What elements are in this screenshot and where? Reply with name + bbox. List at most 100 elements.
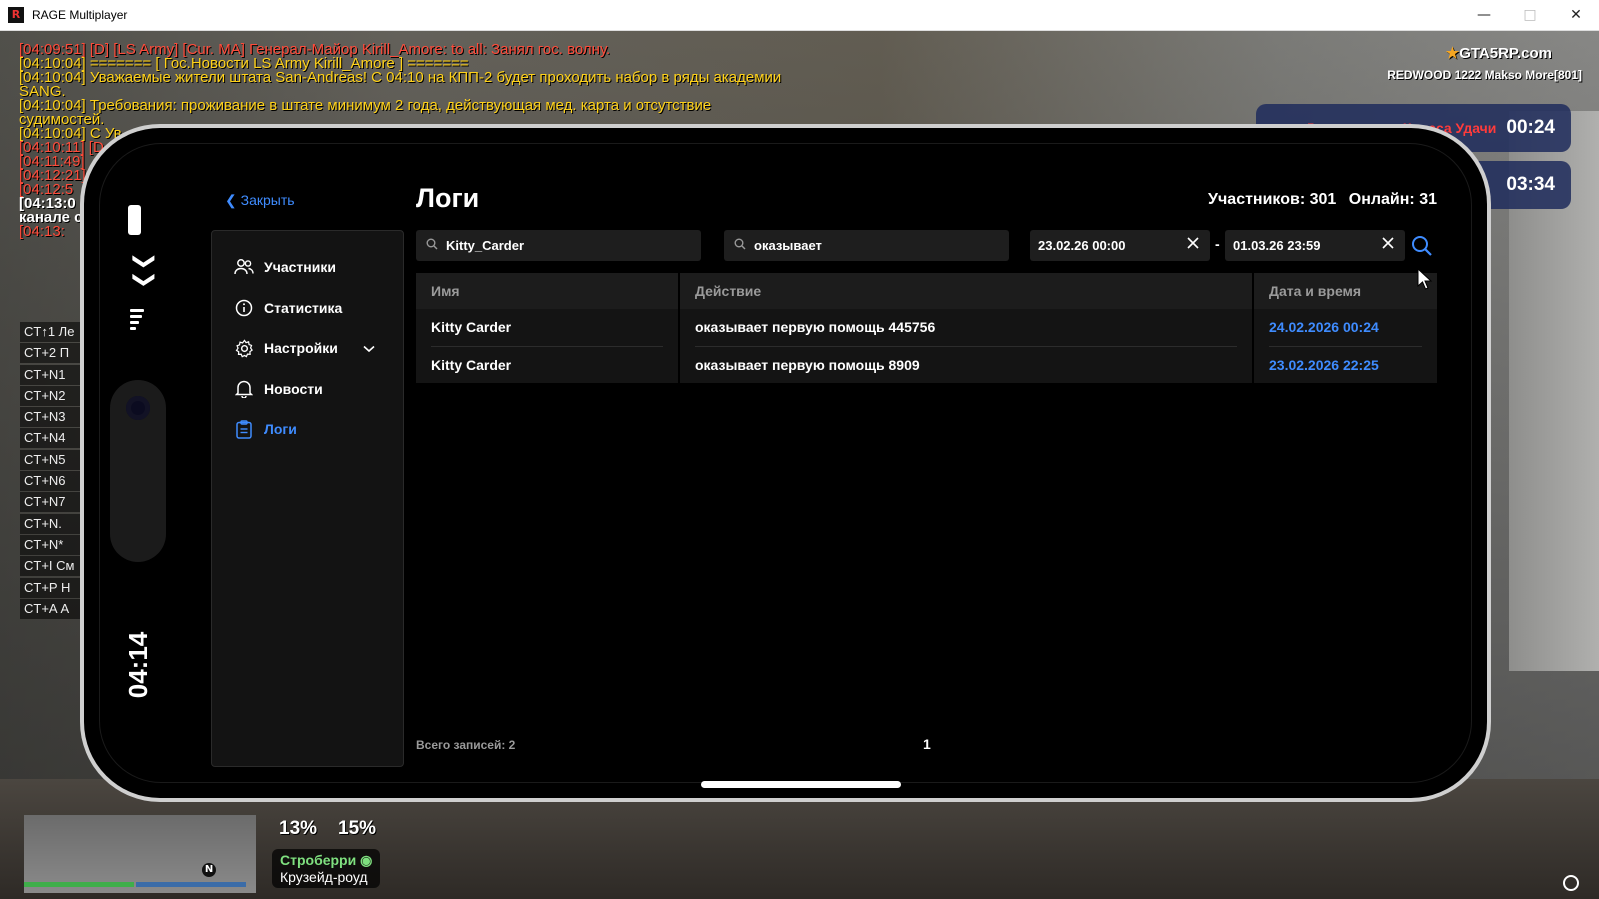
rage-app-icon: R	[8, 7, 24, 23]
table-cell-datetime[interactable]: 23.02.2026 22:25	[1254, 347, 1437, 384]
key-hint: CT+N*	[20, 534, 80, 555]
total-records: Всего записей: 2	[416, 738, 516, 752]
sidebar-item-label: Новости	[264, 380, 323, 397]
sidebar: Участники Статистика Настройки Новости Л…	[211, 230, 404, 767]
key-hint: CT+N2	[20, 385, 80, 406]
info-icon	[234, 298, 254, 318]
table-cell-name[interactable]: Kitty Carder	[416, 309, 678, 346]
window-titlebar: R RAGE Multiplayer — □ ✕	[0, 0, 1599, 31]
server-info: REDWOOD 1222 Makso More[801]	[1387, 68, 1582, 82]
date-range-dash: -	[1215, 236, 1220, 252]
column-action: оказывает первую помощь 445756 оказывает…	[680, 309, 1252, 383]
chevron-left-icon: ❮	[225, 192, 237, 208]
signal-icon	[130, 309, 144, 333]
minimize-button[interactable]: —	[1461, 0, 1507, 31]
name-filter-input[interactable]	[446, 238, 701, 253]
key-hints: CT↑1 Ле CT+2 П CT+N1 CT+N2 CT+N3 CT+N4 C…	[20, 322, 80, 620]
column-header-name[interactable]: Имя	[416, 273, 678, 309]
server-logo: ★GTA5RP.com	[1446, 44, 1552, 62]
key-hint: CT+N1	[20, 364, 80, 385]
gear-icon	[234, 338, 254, 358]
armor-bar	[136, 882, 246, 887]
sidebar-item-news[interactable]: Новости	[212, 369, 403, 410]
page-title: Логи	[416, 183, 480, 213]
members-count: Участников: 301	[1208, 191, 1337, 208]
member-stats: Участников: 301 Онлайн: 31	[1200, 191, 1437, 209]
street-label: Строберри	[280, 852, 357, 868]
thirst-percent: 15%	[338, 818, 377, 839]
key-hint: CT↑1 Ле	[20, 322, 80, 342]
sidebar-item-settings[interactable]: Настройки	[212, 328, 403, 369]
close-window-button[interactable]: ✕	[1553, 0, 1599, 31]
date-to-field[interactable]	[1225, 230, 1405, 261]
key-hint: CT+A А	[20, 598, 80, 619]
key-hint: CT+N5	[20, 449, 80, 470]
date-from-field[interactable]	[1030, 230, 1210, 261]
star-icon: ★	[1445, 45, 1460, 62]
search-icon	[426, 238, 438, 253]
column-header-datetime[interactable]: Дата и время	[1254, 273, 1437, 309]
key-hint: CT+N7	[20, 492, 80, 513]
clear-date-to-icon[interactable]	[1381, 236, 1395, 253]
sidebar-item-logs[interactable]: Логи	[212, 409, 403, 450]
minimap: N	[24, 815, 256, 893]
shield-icon: ◉	[360, 852, 373, 868]
camera-icon	[126, 396, 150, 420]
close-button[interactable]: ❮ Закрыть	[225, 192, 295, 209]
action-filter[interactable]	[724, 230, 1009, 261]
table-header: Имя Действие Дата и время	[416, 273, 1439, 309]
window-controls: — □ ✕	[1461, 0, 1599, 31]
maximize-button[interactable]: □	[1507, 0, 1553, 31]
timer-value: 00:24	[1506, 117, 1555, 138]
window-title: RAGE Multiplayer	[32, 8, 128, 22]
chat-line: [04:10:04] Уважаемые жители штата San-An…	[19, 69, 782, 86]
sidebar-item-label: Статистика	[264, 299, 343, 316]
pagination-page-1[interactable]: 1	[923, 736, 931, 752]
timer-value: 03:34	[1506, 174, 1555, 195]
wifi-icon: ❮❮	[129, 252, 155, 289]
chat-line: [04:10:04] Требования: проживание в штат…	[19, 97, 712, 114]
date-to-input[interactable]	[1233, 238, 1363, 253]
column-header-action[interactable]: Действие	[680, 273, 1252, 309]
key-hint: CT+N6	[20, 471, 80, 492]
sidebar-item-label: Настройки	[264, 340, 338, 357]
area-name: Крузейд-роуд	[280, 869, 368, 885]
record-icon	[1563, 875, 1579, 891]
users-icon	[234, 257, 254, 277]
north-marker-icon: N	[202, 863, 216, 877]
battery-icon	[128, 205, 141, 235]
table-cell-action: оказывает первую помощь 445756	[695, 319, 936, 335]
sidebar-item-members[interactable]: Участники	[212, 247, 403, 288]
chevron-down-icon[interactable]	[363, 340, 375, 356]
clipboard-icon	[234, 419, 254, 439]
search-icon	[1411, 236, 1433, 261]
key-hint: CT+2 П	[20, 343, 80, 364]
key-hint: CT+I См	[20, 556, 80, 577]
table-cell-datetime[interactable]: 24.02.2026 00:24	[1254, 309, 1437, 346]
sidebar-item-label: Логи	[264, 421, 297, 438]
health-bar	[24, 882, 134, 887]
name-filter[interactable]	[416, 230, 701, 261]
table-cell-action: оказывает первую помощь 8909	[695, 356, 920, 373]
search-button[interactable]	[1411, 235, 1433, 261]
logs-table: Имя Действие Дата и время Kitty Carder K…	[416, 273, 1439, 383]
action-filter-input[interactable]	[754, 238, 1009, 253]
sidebar-item-label: Участники	[264, 259, 336, 276]
street-name: Строберри ◉	[280, 852, 372, 869]
date-from-input[interactable]	[1038, 238, 1168, 253]
bell-icon	[234, 379, 254, 399]
table-body: Kitty Carder Kitty Carder оказывает перв…	[416, 309, 1439, 383]
mouse-cursor-icon	[1417, 267, 1433, 294]
clear-date-from-icon[interactable]	[1186, 236, 1200, 253]
column-datetime: 24.02.2026 00:24 23.02.2026 22:25	[1254, 309, 1437, 383]
search-icon	[734, 238, 746, 253]
phone-dynamic-island	[110, 380, 166, 562]
online-count: Онлайн: 31	[1348, 191, 1437, 208]
home-indicator[interactable]	[701, 781, 901, 788]
server-logo-text: GTA5RP.com	[1459, 45, 1552, 62]
table-cell-name[interactable]: Kitty Carder	[416, 347, 678, 384]
key-hint: CT+N.	[20, 513, 80, 534]
sidebar-item-statistics[interactable]: Статистика	[212, 288, 403, 329]
key-hint: CT+N4	[20, 428, 80, 449]
key-hint: CT+P Н	[20, 577, 80, 598]
